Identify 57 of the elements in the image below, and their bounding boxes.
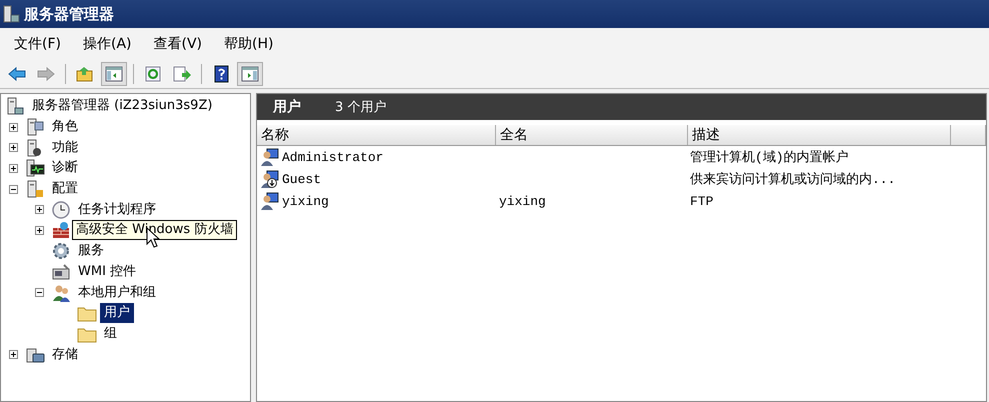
column-header[interactable]: 全名 bbox=[496, 125, 688, 145]
expand-toggle[interactable] bbox=[9, 164, 18, 173]
user-icon bbox=[261, 148, 279, 166]
expand-toggle[interactable] bbox=[35, 288, 44, 298]
export-icon bbox=[172, 65, 192, 83]
server-icon bbox=[25, 179, 45, 200]
tree-item[interactable]: 配置 bbox=[48, 179, 82, 200]
tree-item[interactable]: 任务计划程序 bbox=[74, 200, 160, 220]
tree-item[interactable]: 服务器管理器 (iZ23siun3s9Z) bbox=[28, 96, 216, 116]
forward-icon bbox=[36, 65, 56, 83]
server-icon bbox=[2, 5, 20, 23]
tree-item[interactable]: WMI 控件 bbox=[74, 262, 140, 282]
tree-item[interactable]: 组 bbox=[100, 324, 121, 344]
window-title: 服务器管理器 bbox=[24, 4, 114, 24]
expand-toggle[interactable] bbox=[9, 143, 18, 152]
table-cell: FTP bbox=[690, 194, 714, 208]
tree-item[interactable]: 角色 bbox=[48, 117, 82, 138]
expand-toggle[interactable] bbox=[35, 226, 44, 235]
refresh-icon bbox=[143, 65, 163, 83]
back-icon bbox=[7, 65, 27, 83]
column-header[interactable]: 描述 bbox=[688, 125, 951, 145]
tree-item[interactable]: 存储 bbox=[48, 344, 82, 365]
tree-item[interactable]: 服务 bbox=[74, 241, 108, 262]
menu-item[interactable]: 文件(F) bbox=[14, 35, 61, 53]
table-cell: Administrator bbox=[282, 150, 384, 164]
tree-item[interactable]: 功能 bbox=[48, 138, 82, 158]
clock-icon bbox=[51, 200, 71, 220]
expand-toggle[interactable] bbox=[9, 122, 18, 132]
panel-title: 用户 bbox=[273, 98, 301, 116]
tree-item[interactable]: 诊断 bbox=[48, 158, 82, 178]
guest-user-icon bbox=[261, 170, 279, 188]
pane-icon bbox=[240, 65, 260, 83]
table-cell: Guest bbox=[282, 172, 322, 186]
table-cell-text: 供来宾访问计算机或访问域的内... bbox=[690, 171, 896, 188]
menu-item[interactable]: 操作(A) bbox=[82, 35, 132, 53]
table-cell-text: 管理计算机(域)的内置帐户 bbox=[690, 149, 849, 166]
table-cell: yixing bbox=[282, 194, 329, 208]
user-icon bbox=[261, 192, 279, 210]
server-icon bbox=[5, 96, 25, 116]
menu-item[interactable]: 查看(V) bbox=[154, 35, 202, 53]
server-icon bbox=[25, 117, 45, 138]
tree-item[interactable]: 用户 bbox=[100, 303, 134, 324]
monitor-icon bbox=[25, 158, 45, 178]
brick-wall-icon bbox=[51, 220, 71, 240]
expand-toggle[interactable] bbox=[35, 205, 44, 214]
table-cell: yixing bbox=[499, 194, 546, 208]
gear-icon bbox=[51, 241, 71, 262]
user-count: 3 个用户 bbox=[335, 99, 386, 116]
pane-icon bbox=[104, 65, 124, 83]
column-header[interactable]: 名称 bbox=[257, 125, 496, 145]
tree-item[interactable]: 本地用户和组 bbox=[74, 282, 160, 303]
computer-icon bbox=[51, 262, 71, 282]
folder-up-icon bbox=[75, 65, 95, 83]
menu-item[interactable]: 帮助(H) bbox=[224, 35, 274, 53]
users-icon bbox=[51, 282, 71, 303]
expand-toggle[interactable] bbox=[9, 350, 18, 360]
expand-toggle[interactable] bbox=[9, 184, 18, 194]
